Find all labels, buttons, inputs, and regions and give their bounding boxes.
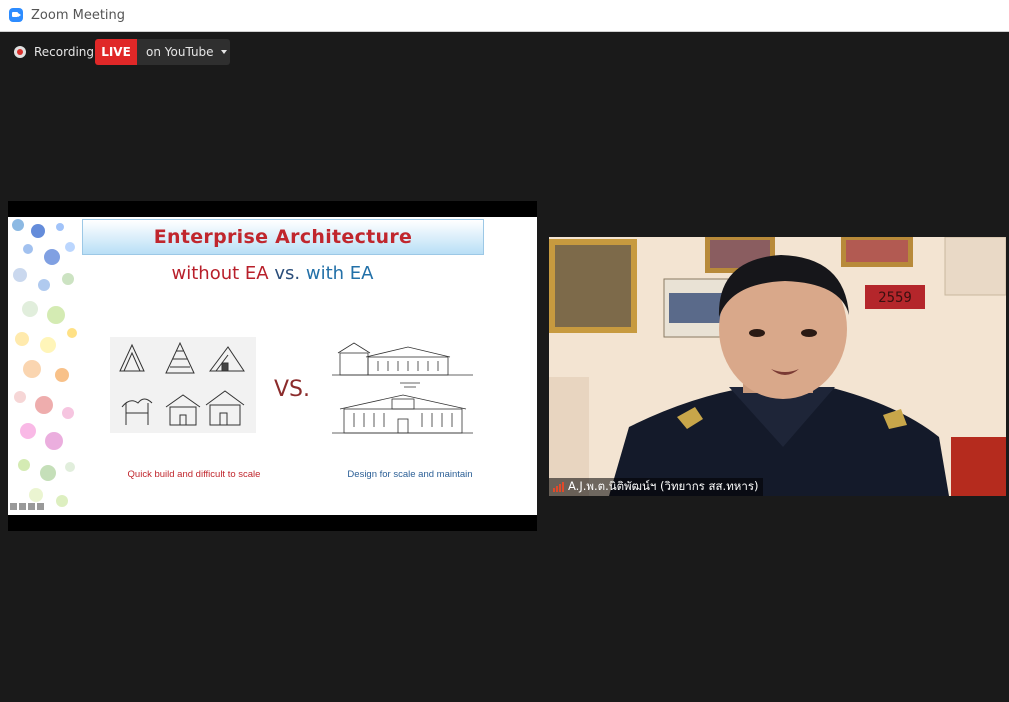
wall-frame-number: 2559: [878, 290, 912, 306]
recording-indicator[interactable]: Recording: [14, 42, 94, 62]
participant-name: A.J.พ.ต.นิติพัฒน์ฯ (วิทยากร สส.ทหาร): [568, 479, 759, 493]
recording-label: Recording: [34, 45, 95, 59]
live-stream-menu[interactable]: LIVE on YouTube: [95, 39, 230, 65]
participant-name-bar: A.J.พ.ต.นิติพัฒน์ฯ (วิทยากร สส.ทหาร): [549, 478, 763, 496]
participant-video-feed: 2559: [549, 237, 1006, 496]
slide-title-banner: Enterprise Architecture: [82, 219, 484, 255]
menu-icon[interactable]: [28, 503, 35, 510]
slide-vs-text: VS.: [274, 377, 311, 402]
bokeh-decoration: [12, 219, 77, 507]
caption-with-ea: Design for scale and maintain: [347, 469, 473, 480]
live-destination-dropdown[interactable]: on YouTube: [137, 39, 230, 65]
zoom-app-icon: [9, 8, 23, 22]
window-title-bar: Zoom Meeting: [0, 0, 1009, 32]
subtitle-without-ea: without EA: [171, 263, 269, 284]
prev-slide-icon[interactable]: [10, 503, 17, 510]
caption-without-ea: Quick build and difficult to scale: [127, 469, 261, 480]
shared-screen: Enterprise Architecture without EA vs. w…: [8, 201, 537, 531]
window-title: Zoom Meeting: [31, 8, 126, 23]
next-slide-icon[interactable]: [37, 503, 44, 510]
participant-video-tile[interactable]: 2559 A.J.พ.ต.นิติพัฒน์ฯ (วิทยากร สส.ทหาร…: [549, 237, 1006, 496]
chevron-down-icon: [220, 50, 227, 54]
slide-navigation-controls[interactable]: [10, 503, 44, 510]
slide-subtitle: without EA vs. with EA: [8, 263, 537, 284]
subtitle-vs: vs.: [274, 263, 301, 284]
live-destination-label: on YouTube: [146, 45, 214, 59]
signal-strength-icon: [553, 482, 564, 492]
architectural-elevation-sketch: [332, 342, 473, 434]
subtitle-with-ea: with EA: [305, 263, 374, 284]
slide-title: Enterprise Architecture: [153, 226, 413, 248]
presentation-slide: Enterprise Architecture without EA vs. w…: [8, 217, 537, 515]
live-badge: LIVE: [95, 39, 137, 65]
pen-icon[interactable]: [19, 503, 26, 510]
record-icon: [14, 46, 26, 58]
primitive-huts-sketch: [110, 337, 256, 433]
